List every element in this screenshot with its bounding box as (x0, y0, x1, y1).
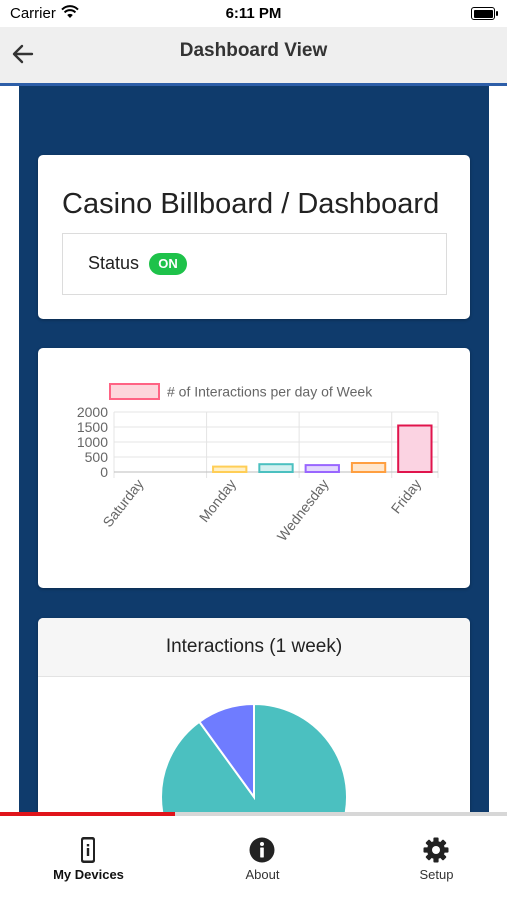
y-tick-label: 500 (85, 449, 109, 465)
billboard-title: Casino Billboard / Dashboard (62, 188, 440, 220)
x-tick-label: Wednesday (274, 476, 332, 544)
info-icon (249, 837, 275, 863)
gear-icon (423, 837, 449, 863)
tab-label: About (245, 867, 280, 882)
y-tick-label: 1500 (77, 419, 108, 435)
bar (212, 465, 248, 473)
x-tick-label: Friday (388, 476, 425, 517)
bar-chart: # of Interactions per day of Week 2000150… (77, 383, 439, 544)
status-label: Status (88, 253, 140, 273)
status-bar: Carrier 6:11 PM (0, 0, 507, 27)
pie-chart (160, 702, 348, 812)
tab-my-devices[interactable]: My Devices (4, 816, 173, 900)
legend-label: # of Interactions per day of Week (167, 384, 373, 400)
x-tick-label: Saturday (99, 476, 146, 530)
bar-chart-card: # of Interactions per day of Week 2000 150… (38, 348, 470, 588)
y-tick-label: 2000 (77, 404, 108, 420)
navigation-bar: Dashboard View (0, 27, 507, 86)
pie-chart-card: Interactions (1 week) (38, 618, 470, 812)
tab-label: My Devices (53, 867, 124, 882)
y-tick-label: 1000 (77, 434, 108, 450)
chart-legend: # of Interactions per day of Week (109, 383, 373, 400)
battery-icon (471, 7, 498, 20)
status-toggle[interactable]: ON (149, 253, 187, 275)
bar (304, 464, 340, 473)
dashboard-content[interactable]: Casino Billboard / Dashboard Status ON #… (0, 86, 507, 812)
bar (397, 424, 433, 473)
tab-setup[interactable]: Setup (352, 816, 507, 900)
legend-swatch (109, 383, 160, 400)
device-icon (81, 837, 95, 863)
clock: 6:11 PM (225, 5, 282, 22)
tab-about[interactable]: About (178, 816, 347, 900)
y-tick-label: 0 (100, 464, 108, 480)
x-tick-label: Monday (196, 476, 239, 525)
billboard-card: Casino Billboard / Dashboard Status ON (38, 155, 470, 319)
bar (258, 463, 294, 473)
tab-label: Setup (419, 867, 454, 882)
tab-bar: My Devices About Setup (0, 816, 507, 900)
page-title: Dashboard View (179, 40, 328, 61)
bar (350, 462, 387, 473)
status-box: Status ON (62, 233, 447, 295)
